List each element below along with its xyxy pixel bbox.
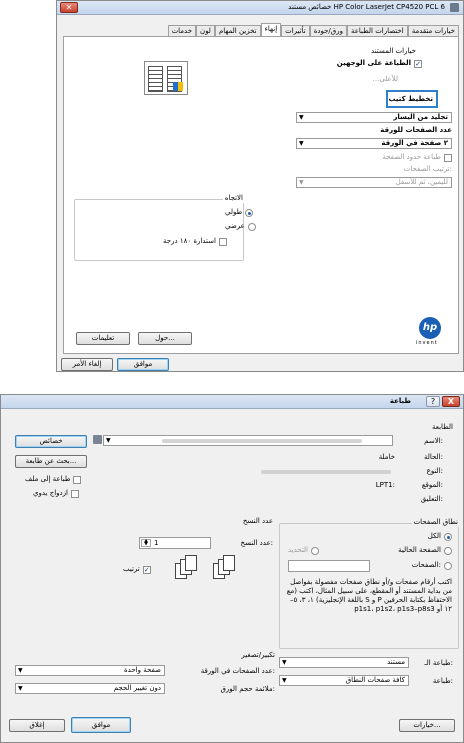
name-label: الاسم: <box>424 437 443 445</box>
type-label: النوع: <box>426 467 443 475</box>
current-page-radio[interactable] <box>444 546 452 555</box>
pages-input[interactable] <box>288 560 370 572</box>
booklet-tooltip: تخطيط كتيب <box>386 90 438 108</box>
print-title: طباعة <box>389 397 411 405</box>
portrait-radio[interactable] <box>245 208 254 217</box>
hp-logo: hp invent <box>414 317 448 347</box>
help-icon[interactable]: ? <box>426 396 440 407</box>
chevron-down-icon: ▼ <box>299 179 304 186</box>
range-group-label: نطاق الصفحات <box>411 518 460 527</box>
copies-input[interactable]: 1 ▲ ▼ <box>139 537 211 549</box>
range-help-text: اكتب أرقام صفحات و/أو نطاق صفحات مفصولة … <box>286 578 452 613</box>
pages-per-sheet-select[interactable]: ٢ صفحة في الورقة ▼ <box>296 138 452 149</box>
rotate-row[interactable]: استدارة ١٨٠ درجة <box>163 237 227 246</box>
close-button[interactable]: إغلاق <box>9 719 65 732</box>
finishing-panel: خيارات المستند الطباعة على الوجهين ...لل… <box>63 36 459 354</box>
print-to-file-row[interactable]: طباعة إلى ملف <box>25 475 82 484</box>
orientation-label: الاتجاه <box>222 194 245 203</box>
current-page-row[interactable]: الصفحة الحالية <box>398 546 452 555</box>
options-button[interactable]: خيارات... <box>399 719 455 732</box>
type-value <box>261 470 391 474</box>
find-printer-button[interactable]: بحث عن طابعة... <box>15 455 87 468</box>
printer-name-select[interactable]: ▼ <box>103 435 393 446</box>
chevron-down-icon: ▼ <box>18 685 23 692</box>
duplex-row[interactable]: الطباعة على الوجهين <box>337 59 422 68</box>
status-value: خاملة <box>378 453 395 461</box>
status-label: الحالة: <box>424 453 443 461</box>
where-label: الموقع: <box>421 481 443 489</box>
pages-radio[interactable] <box>444 561 452 570</box>
close-icon[interactable]: ✕ <box>60 2 78 13</box>
collate-checkbox[interactable] <box>142 565 151 574</box>
cancel-button[interactable]: إلغاء الأمر <box>61 358 113 371</box>
doc-options-heading: خيارات المستند <box>371 47 416 55</box>
printer-group-label: الطابعة <box>431 423 453 431</box>
where-value: LPT1: <box>375 481 395 489</box>
manual-duplex-row[interactable]: ازدواج يدوي <box>33 489 79 498</box>
scale-label: ملائمة حجم الورق: <box>220 685 276 693</box>
chevron-down-icon: ▼ <box>18 667 23 674</box>
about-button[interactable]: حول... <box>138 332 192 345</box>
range-group: نطاق الصفحات الكل الصفحة الحالية التحديد… <box>279 518 460 649</box>
collate-row[interactable]: ترتيب <box>123 565 151 574</box>
print-select[interactable]: كافة صفحات النطاق ▼ <box>279 675 409 686</box>
printer-icon <box>450 3 459 12</box>
layout-preview <box>144 61 188 95</box>
ok-button[interactable]: موافق <box>71 717 131 733</box>
scale-select[interactable]: دون تغيير الحجم ▼ <box>15 683 165 694</box>
collate-preview <box>175 555 269 591</box>
portrait-radio-row[interactable]: طولي <box>225 208 254 217</box>
ok-button[interactable]: موافق <box>117 358 169 371</box>
page-order-label: ترتيب الصفحات: <box>403 165 452 173</box>
chevron-down-icon: ▼ <box>282 659 287 666</box>
chevron-down-icon: ▼ <box>299 114 304 121</box>
tab-strip: خيارات متقدمة اختصارات الطباعة ورق/جودة … <box>157 23 459 37</box>
copies-label: عدد النسخ: <box>240 539 273 547</box>
pps-label: عدد الصفحات في الورقة: <box>200 667 275 675</box>
pages-per-sheet-label: عدد الصفحات للورقة <box>380 126 452 134</box>
print-titlebar: طباعة X ? <box>1 395 463 409</box>
zoom-group: تكبير/تصغير عدد الصفحات في الورقة: صفحة … <box>15 651 275 701</box>
print-what-label: طباعة الـ: <box>424 659 453 667</box>
help-button[interactable]: تعليمات <box>76 332 130 345</box>
pages-row[interactable]: الصفحات: <box>412 561 452 570</box>
tab-finishing[interactable]: إنهاء <box>260 23 282 37</box>
close-icon[interactable]: X <box>442 396 460 407</box>
comment-label: التعليق: <box>420 495 443 503</box>
chevron-down-icon: ▼ <box>282 677 287 684</box>
properties-title: خصائص مستند HP Color LaserJet CP4520 PCL… <box>288 3 445 11</box>
properties-button[interactable]: خصائص <box>15 435 87 448</box>
rotate-checkbox[interactable] <box>218 237 227 246</box>
printer-icon <box>93 435 102 444</box>
print-dialog: طباعة X ? الطابعة الاسم: الحالة: النوع: … <box>0 394 464 743</box>
copies-group-label: عدد النسخ <box>242 517 273 525</box>
print-label: طباعة: <box>432 677 453 685</box>
chevron-down-icon: ▼ <box>299 140 304 147</box>
manual-duplex-checkbox[interactable] <box>71 489 79 498</box>
copies-group: عدد النسخ عدد النسخ: 1 ▲ ▼ ترتيب <box>111 517 273 603</box>
landscape-radio[interactable] <box>247 222 256 231</box>
page-order-select[interactable]: لليمين، ثم للأسفل ▼ <box>296 177 452 188</box>
orientation-group: الاتجاه طولي عرضي استدارة ١٨٠ درجة <box>74 194 256 261</box>
selection-radio[interactable] <box>311 546 320 555</box>
flip-label: ...للأعلى <box>372 75 398 83</box>
print-to-file-checkbox[interactable] <box>73 475 82 484</box>
duplex-label: الطباعة على الوجهين <box>336 59 411 67</box>
all-radio-row[interactable]: الكل <box>428 532 452 541</box>
stepper-icon[interactable]: ▲ ▼ <box>141 539 151 547</box>
pps-select[interactable]: صفحة واحدة ▼ <box>15 665 165 676</box>
properties-titlebar: خصائص مستند HP Color LaserJet CP4520 PCL… <box>57 1 463 15</box>
properties-dialog: خصائص مستند HP Color LaserJet CP4520 PCL… <box>56 0 464 372</box>
all-radio[interactable] <box>444 532 452 541</box>
selection-row[interactable]: التحديد <box>288 546 320 555</box>
booklet-select[interactable]: تجليد من اليسار ▼ <box>296 112 452 123</box>
chevron-down-icon: ▼ <box>106 437 111 444</box>
print-what-select[interactable]: مستند ▼ <box>279 657 409 668</box>
print-borders-row[interactable]: طباعة حدود الصفحة <box>382 153 452 162</box>
zoom-group-label: تكبير/تصغير <box>241 651 275 659</box>
landscape-radio-row[interactable]: عرضي <box>225 222 256 231</box>
print-borders-checkbox[interactable] <box>444 153 452 162</box>
duplex-checkbox[interactable] <box>414 59 422 68</box>
